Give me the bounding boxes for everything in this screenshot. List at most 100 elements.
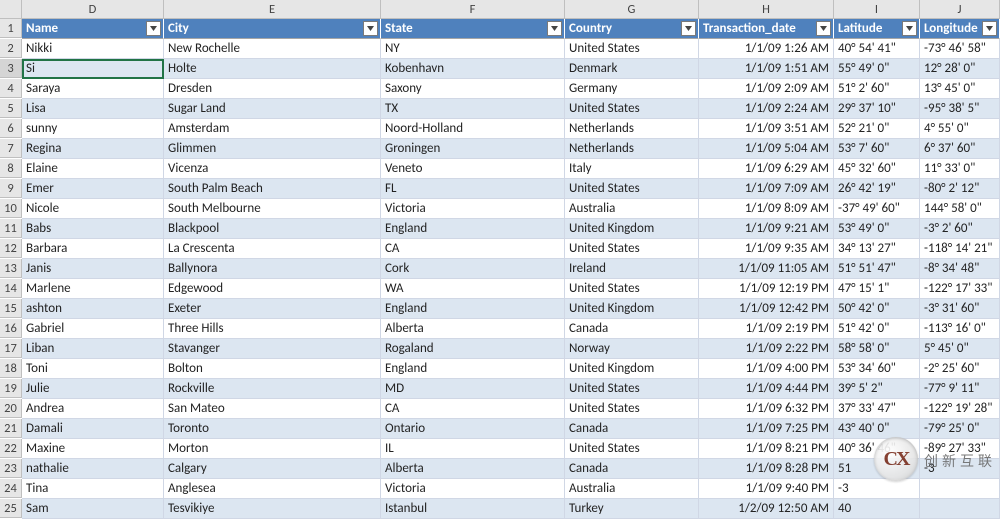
cell-2-Longitude[interactable]: -73° 46' 58" xyxy=(920,39,1000,59)
cell-2-Country[interactable]: United States xyxy=(565,39,699,59)
cell-14-Longitude[interactable]: -122° 17' 33" xyxy=(920,279,1000,299)
cell-9-City[interactable]: South Palm Beach xyxy=(164,179,381,199)
cell-8-Longitude[interactable]: 11° 33' 0" xyxy=(920,159,1000,179)
row-header-2[interactable]: 2 xyxy=(0,39,22,58)
cell-11-City[interactable]: Blackpool xyxy=(164,219,381,239)
cell-12-Latitude[interactable]: 34° 13' 27" xyxy=(834,239,920,259)
cell-21-City[interactable]: Toronto xyxy=(164,419,381,439)
cell-20-Latitude[interactable]: 37° 33' 47" xyxy=(834,399,920,419)
filter-dropdown-icon[interactable] xyxy=(681,21,696,36)
cell-4-Name[interactable]: Saraya xyxy=(22,79,164,99)
cell-18-Transaction_date[interactable]: 1/1/09 4:00 PM xyxy=(699,359,834,379)
row-header-13[interactable]: 13 xyxy=(0,259,22,278)
cell-7-Name[interactable]: Regina xyxy=(22,139,164,159)
cell-17-Longitude[interactable]: 5° 45' 0" xyxy=(920,339,1000,359)
cell-21-Name[interactable]: Damali xyxy=(22,419,164,439)
cell-7-Latitude[interactable]: 53° 7' 60" xyxy=(834,139,920,159)
cell-22-City[interactable]: Morton xyxy=(164,439,381,459)
cell-8-Country[interactable]: Italy xyxy=(565,159,699,179)
cell-16-Longitude[interactable]: -113° 16' 0" xyxy=(920,319,1000,339)
cell-24-Longitude[interactable] xyxy=(920,479,1000,499)
filter-dropdown-icon[interactable] xyxy=(902,21,917,36)
col-header-F[interactable]: F xyxy=(381,0,565,19)
cell-21-State[interactable]: Ontario xyxy=(381,419,565,439)
cell-18-City[interactable]: Bolton xyxy=(164,359,381,379)
col-header-I[interactable]: I xyxy=(834,0,920,19)
row-header-5[interactable]: 5 xyxy=(0,99,22,118)
row-header-25[interactable]: 25 xyxy=(0,499,22,518)
cell-15-Latitude[interactable]: 50° 42' 0" xyxy=(834,299,920,319)
cell-13-Longitude[interactable]: -8° 34' 48" xyxy=(920,259,1000,279)
row-header-10[interactable]: 10 xyxy=(0,199,22,218)
col-header-G[interactable]: G xyxy=(565,0,699,19)
cell-19-Latitude[interactable]: 39° 5' 2" xyxy=(834,379,920,399)
cell-3-Transaction_date[interactable]: 1/1/09 1:51 AM xyxy=(699,59,834,79)
cell-22-Country[interactable]: United States xyxy=(565,439,699,459)
cell-3-Latitude[interactable]: 55° 49' 0" xyxy=(834,59,920,79)
row-header-20[interactable]: 20 xyxy=(0,399,22,418)
cell-5-Longitude[interactable]: -95° 38' 5" xyxy=(920,99,1000,119)
filter-dropdown-icon[interactable] xyxy=(982,21,997,36)
cell-18-Country[interactable]: United Kingdom xyxy=(565,359,699,379)
cell-10-Name[interactable]: Nicole xyxy=(22,199,164,219)
cell-25-State[interactable]: Istanbul xyxy=(381,499,565,519)
col-header-D[interactable]: D xyxy=(22,0,164,19)
row-header-14[interactable]: 14 xyxy=(0,279,22,298)
cell-10-Country[interactable]: Australia xyxy=(565,199,699,219)
cell-14-Name[interactable]: Marlene xyxy=(22,279,164,299)
cell-15-Transaction_date[interactable]: 1/1/09 12:42 PM xyxy=(699,299,834,319)
cell-23-Transaction_date[interactable]: 1/1/09 8:28 PM xyxy=(699,459,834,479)
cell-13-State[interactable]: Cork xyxy=(381,259,565,279)
filter-dropdown-icon[interactable] xyxy=(363,21,378,36)
cell-5-City[interactable]: Sugar Land xyxy=(164,99,381,119)
row-header-7[interactable]: 7 xyxy=(0,139,22,158)
cell-5-Latitude[interactable]: 29° 37' 10" xyxy=(834,99,920,119)
row-header-12[interactable]: 12 xyxy=(0,239,22,258)
cell-10-Longitude[interactable]: 144° 58' 0" xyxy=(920,199,1000,219)
cell-4-Country[interactable]: Germany xyxy=(565,79,699,99)
cell-9-Country[interactable]: United States xyxy=(565,179,699,199)
row-header-15[interactable]: 15 xyxy=(0,299,22,318)
table-header-latitude[interactable]: Latitude xyxy=(834,19,920,39)
cell-24-Country[interactable]: Australia xyxy=(565,479,699,499)
row-header-19[interactable]: 19 xyxy=(0,379,22,398)
row-header-22[interactable]: 22 xyxy=(0,439,22,458)
cell-4-Longitude[interactable]: 13° 45' 0" xyxy=(920,79,1000,99)
cell-22-State[interactable]: IL xyxy=(381,439,565,459)
row-header-16[interactable]: 16 xyxy=(0,319,22,338)
cell-16-Country[interactable]: Canada xyxy=(565,319,699,339)
cell-19-City[interactable]: Rockville xyxy=(164,379,381,399)
cell-6-Name[interactable]: sunny xyxy=(22,119,164,139)
cell-6-Longitude[interactable]: 4° 55' 0" xyxy=(920,119,1000,139)
row-header-9[interactable]: 9 xyxy=(0,179,22,198)
cell-8-City[interactable]: Vicenza xyxy=(164,159,381,179)
cell-12-Transaction_date[interactable]: 1/1/09 9:35 AM xyxy=(699,239,834,259)
cell-12-Country[interactable]: United States xyxy=(565,239,699,259)
cell-9-Name[interactable]: Emer xyxy=(22,179,164,199)
cell-18-Longitude[interactable]: -2° 25' 60" xyxy=(920,359,1000,379)
cell-4-State[interactable]: Saxony xyxy=(381,79,565,99)
row-header-3[interactable]: 3 xyxy=(0,59,22,78)
cell-3-Longitude[interactable]: 12° 28' 0" xyxy=(920,59,1000,79)
cell-20-Longitude[interactable]: -122° 19' 28" xyxy=(920,399,1000,419)
cell-15-State[interactable]: England xyxy=(381,299,565,319)
cell-25-Transaction_date[interactable]: 1/2/09 12:50 AM xyxy=(699,499,834,519)
cell-2-Name[interactable]: Nikki xyxy=(22,39,164,59)
cell-9-Longitude[interactable]: -80° 2' 12" xyxy=(920,179,1000,199)
table-header-state[interactable]: State xyxy=(381,19,565,39)
table-header-longitude[interactable]: Longitude xyxy=(920,19,1000,39)
cell-12-Name[interactable]: Barbara xyxy=(22,239,164,259)
cell-3-State[interactable]: Kobenhavn xyxy=(381,59,565,79)
cell-11-Longitude[interactable]: -3° 2' 60" xyxy=(920,219,1000,239)
cell-3-Name[interactable]: Si xyxy=(22,59,164,79)
cell-9-Latitude[interactable]: 26° 42' 19" xyxy=(834,179,920,199)
cell-2-Latitude[interactable]: 40° 54' 41" xyxy=(834,39,920,59)
cell-11-Transaction_date[interactable]: 1/1/09 9:21 AM xyxy=(699,219,834,239)
row-header-21[interactable]: 21 xyxy=(0,419,22,438)
cell-19-Transaction_date[interactable]: 1/1/09 4:44 PM xyxy=(699,379,834,399)
cell-14-Transaction_date[interactable]: 1/1/09 12:19 PM xyxy=(699,279,834,299)
cell-4-Transaction_date[interactable]: 1/1/09 2:09 AM xyxy=(699,79,834,99)
cell-17-Latitude[interactable]: 58° 58' 0" xyxy=(834,339,920,359)
cell-17-Country[interactable]: Norway xyxy=(565,339,699,359)
cell-13-Name[interactable]: Janis xyxy=(22,259,164,279)
